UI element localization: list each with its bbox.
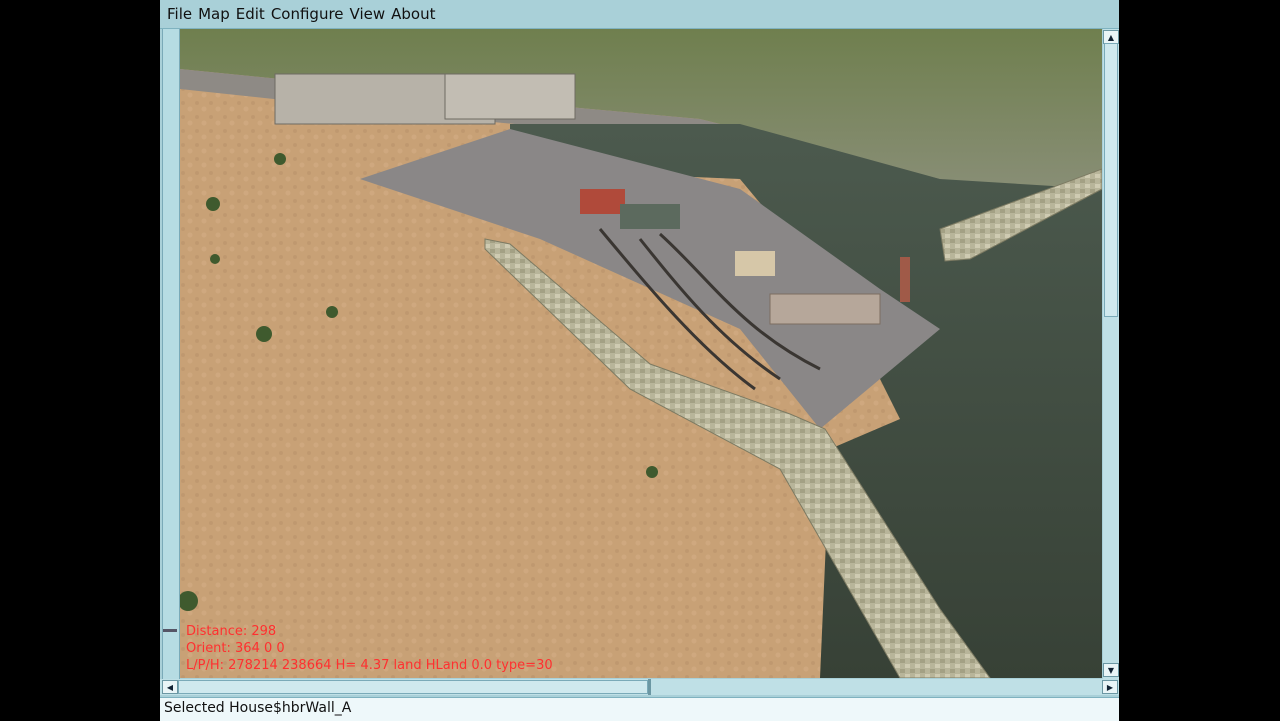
tree <box>256 326 272 342</box>
vertical-scrollbar[interactable]: ▲ ▼ <box>1103 29 1119 679</box>
menu-file[interactable]: File <box>160 0 192 28</box>
tree <box>210 254 220 264</box>
scroll-down-button[interactable]: ▼ <box>1103 663 1119 677</box>
scroll-right-button[interactable]: ▶ <box>1102 680 1118 694</box>
orientation-readout: Orient: 364 0 0 <box>186 641 285 656</box>
menu-about[interactable]: About <box>384 0 435 28</box>
tree <box>274 153 286 165</box>
menu-view[interactable]: View <box>343 0 386 28</box>
viewport-frame: Distance: 298 Orient: 364 0 0 L/P/H: 278… <box>160 29 1119 679</box>
scroll-splitter[interactable] <box>648 679 651 695</box>
warehouse-building <box>444 73 576 120</box>
map-3d-viewport[interactable]: Distance: 298 Orient: 364 0 0 L/P/H: 278… <box>180 29 1102 678</box>
status-text: Selected House$hbrWall_A <box>164 700 352 716</box>
scroll-up-button[interactable]: ▲ <box>1103 30 1119 44</box>
tree <box>326 306 338 318</box>
depot-building <box>620 204 680 229</box>
horizontal-scroll-thumb[interactable] <box>178 680 648 694</box>
menu-bar: File Map Edit Configure View About <box>160 0 1119 29</box>
customs-house <box>735 251 775 276</box>
menu-map[interactable]: Map <box>191 0 230 28</box>
distance-readout: Distance: 298 <box>186 624 277 639</box>
position-readout: L/P/H: 278214 238664 H= 4.37 land HLand … <box>186 658 553 673</box>
left-ruler <box>162 29 180 679</box>
left-ruler-marker <box>163 629 177 632</box>
vertical-scroll-thumb[interactable] <box>1104 43 1118 317</box>
terrain-scene[interactable] <box>180 29 1102 678</box>
horizontal-scrollbar[interactable]: ◀ ▶ <box>160 679 1119 695</box>
menu-configure[interactable]: Configure <box>264 0 344 28</box>
debug-info-overlay: Distance: 298 Orient: 364 0 0 L/P/H: 278… <box>186 623 553 674</box>
station-building <box>580 189 625 214</box>
tree <box>646 466 658 478</box>
scroll-left-button[interactable]: ◀ <box>162 680 178 694</box>
menu-edit[interactable]: Edit <box>229 0 265 28</box>
lighthouse-tower <box>900 257 910 302</box>
tree <box>206 197 220 211</box>
map-editor-window: File Map Edit Configure View About Dista… <box>160 0 1119 721</box>
dry-dock <box>769 293 881 325</box>
status-bar: Selected House$hbrWall_A <box>160 697 1119 721</box>
